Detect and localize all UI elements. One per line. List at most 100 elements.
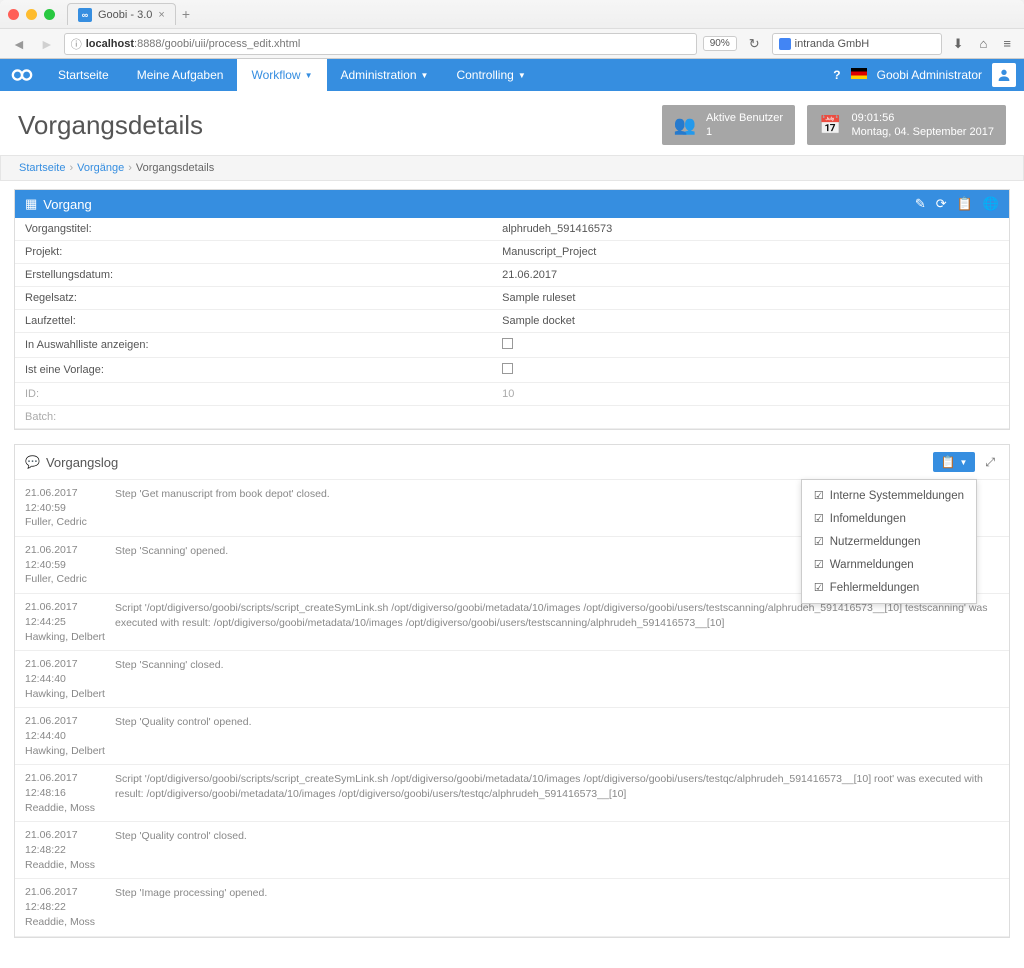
panel-actions: ✎ ⟳ 📋 🌐 — [915, 196, 999, 212]
checkbox[interactable] — [502, 338, 513, 349]
check-icon: ☑ — [814, 512, 824, 525]
table-row: Regelsatz:Sample ruleset — [15, 287, 1009, 310]
property-label: Vorgangstitel: — [15, 218, 492, 241]
dropdown-item[interactable]: ☑Nutzermeldungen — [802, 530, 976, 553]
dropdown-item[interactable]: ☑ Fehlermeldungen — [802, 576, 976, 599]
property-value: 21.06.2017 — [492, 264, 1009, 287]
dropdown-label: Warnmeldungen — [830, 559, 914, 571]
log-row: 21.06.201712:44:40Hawking, DelbertStep '… — [15, 651, 1009, 708]
refresh-icon[interactable]: ⟳ — [936, 196, 947, 212]
breadcrumb-item[interactable]: Vorgänge — [77, 162, 124, 174]
chevron-down-icon: ▼ — [305, 71, 313, 80]
nav-item-controlling[interactable]: Controlling▼ — [442, 59, 539, 91]
log-message: Script '/opt/digiverso/goobi/scripts/scr… — [115, 600, 999, 644]
app-logo[interactable] — [0, 59, 44, 91]
breadcrumb-separator: › — [69, 162, 73, 174]
clock-widget: 📅 09:01:56 Montag, 04. September 2017 — [807, 105, 1006, 145]
table-row: Projekt:Manuscript_Project — [15, 241, 1009, 264]
table-row: Ist eine Vorlage: — [15, 358, 1009, 383]
log-message: Step 'Scanning' closed. — [115, 657, 999, 701]
maximize-window-icon[interactable] — [44, 9, 55, 20]
log-panel-title: Vorgangslog — [46, 455, 933, 470]
copy-icon[interactable]: 📋 — [957, 196, 973, 212]
dropdown-item[interactable]: ☑ Infomeldungen — [802, 507, 976, 530]
clipboard-icon: 📋 — [941, 455, 956, 469]
log-meta: 21.06.201712:40:59Fuller, Cedric — [25, 543, 115, 587]
dropdown-label: Nutzermeldungen — [830, 536, 921, 548]
globe-icon[interactable]: 🌐 — [983, 196, 999, 212]
browser-tab[interactable]: ∞ Goobi - 3.0 × — [67, 3, 176, 25]
search-engine-icon — [779, 38, 791, 50]
checkbox[interactable] — [502, 363, 513, 374]
page-title: Vorgangsdetails — [18, 110, 650, 141]
nav-item-administration[interactable]: Administration▼ — [327, 59, 443, 91]
property-table: Vorgangstitel:alphrudeh_591416573Projekt… — [15, 218, 1009, 429]
url-input[interactable]: ⓘ localhost:8888/goobi/uii/process_edit.… — [64, 33, 697, 55]
nav-item-workflow[interactable]: Workflow▼ — [237, 59, 326, 91]
close-window-icon[interactable] — [8, 9, 19, 20]
url-path: :8888/goobi/uii/process_edit.xhtml — [134, 38, 300, 50]
log-panel-header: 💬 Vorgangslog 📋 ▼ ⤢ — [15, 445, 1009, 480]
back-button[interactable]: ◄ — [8, 36, 30, 52]
property-value: Sample docket — [492, 310, 1009, 333]
property-value: alphrudeh_591416573 — [492, 218, 1009, 241]
top-navigation: StartseiteMeine AufgabenWorkflow▼Adminis… — [0, 59, 1024, 91]
site-info-icon[interactable]: ⓘ — [71, 36, 82, 52]
user-name[interactable]: Goobi Administrator — [877, 68, 982, 82]
reload-button[interactable]: ↻ — [743, 36, 766, 52]
table-row: ID:10 — [15, 383, 1009, 406]
new-tab-button[interactable]: + — [182, 6, 190, 22]
dropdown-label: Fehlermeldungen — [830, 582, 920, 594]
zoom-badge[interactable]: 90% — [703, 36, 737, 51]
breadcrumb-separator: › — [128, 162, 132, 174]
process-panel-title: Vorgang — [43, 197, 915, 212]
favicon-icon: ∞ — [78, 8, 92, 22]
property-value: Manuscript_Project — [492, 241, 1009, 264]
property-label: Batch: — [15, 406, 492, 429]
process-panel-header: ▦ Vorgang ✎ ⟳ 📋 🌐 — [15, 190, 1009, 218]
property-value — [492, 333, 1009, 358]
calendar-icon: 📅 — [819, 115, 841, 136]
nav-item-meine-aufgaben[interactable]: Meine Aufgaben — [123, 59, 238, 91]
users-icon: 👥 — [674, 115, 696, 136]
edit-icon[interactable]: ✎ — [915, 196, 926, 212]
active-users-widget: 👥 Aktive Benutzer 1 — [662, 105, 795, 145]
property-value: 10 — [492, 383, 1009, 406]
chevron-down-icon: ▼ — [421, 71, 429, 80]
home-icon[interactable]: ⌂ — [975, 36, 993, 51]
expand-icon[interactable]: ⤢ — [981, 455, 999, 470]
table-icon: ▦ — [25, 196, 37, 212]
help-icon[interactable]: ? — [833, 68, 840, 82]
active-users-count: 1 — [706, 125, 783, 139]
tab-close-icon[interactable]: × — [158, 9, 164, 21]
dropdown-item[interactable]: ☑Interne Systemmeldungen — [802, 484, 976, 507]
comment-icon: 💬 — [25, 455, 40, 469]
log-meta: 21.06.201712:48:22Readdie, Moss — [25, 828, 115, 872]
language-flag-icon[interactable] — [851, 68, 867, 82]
dropdown-item[interactable]: ☑ Warnmeldungen — [802, 553, 976, 576]
property-value: Sample ruleset — [492, 287, 1009, 310]
tab-title: Goobi - 3.0 — [98, 9, 152, 21]
window-controls — [8, 9, 55, 20]
minimize-window-icon[interactable] — [26, 9, 37, 20]
filter-dropdown-button[interactable]: 📋 ▼ — [933, 452, 976, 472]
breadcrumb-item[interactable]: Startseite — [19, 162, 65, 174]
address-bar: ◄ ► ⓘ localhost:8888/goobi/uii/process_e… — [0, 28, 1024, 58]
browser-search-input[interactable]: intranda GmbH — [772, 33, 942, 55]
property-label: Regelsatz: — [15, 287, 492, 310]
property-label: Ist eine Vorlage: — [15, 358, 492, 383]
log-message: Step 'Image processing' opened. — [115, 885, 999, 929]
user-avatar-icon[interactable] — [992, 63, 1016, 87]
check-icon: ☑ — [814, 581, 824, 594]
log-row: 21.06.201712:48:22Readdie, MossStep 'Qua… — [15, 822, 1009, 879]
table-row: Vorgangstitel:alphrudeh_591416573 — [15, 218, 1009, 241]
dropdown-label: Infomeldungen — [830, 513, 906, 525]
check-icon: ☑ — [814, 558, 824, 571]
browser-chrome: ∞ Goobi - 3.0 × + ◄ ► ⓘ localhost:8888/g… — [0, 0, 1024, 59]
property-value — [492, 406, 1009, 429]
menu-icon[interactable]: ≡ — [998, 36, 1016, 51]
forward-button[interactable]: ► — [36, 36, 58, 52]
download-icon[interactable]: ⬇ — [948, 36, 969, 52]
clock-date: Montag, 04. September 2017 — [852, 125, 994, 139]
nav-item-startseite[interactable]: Startseite — [44, 59, 123, 91]
